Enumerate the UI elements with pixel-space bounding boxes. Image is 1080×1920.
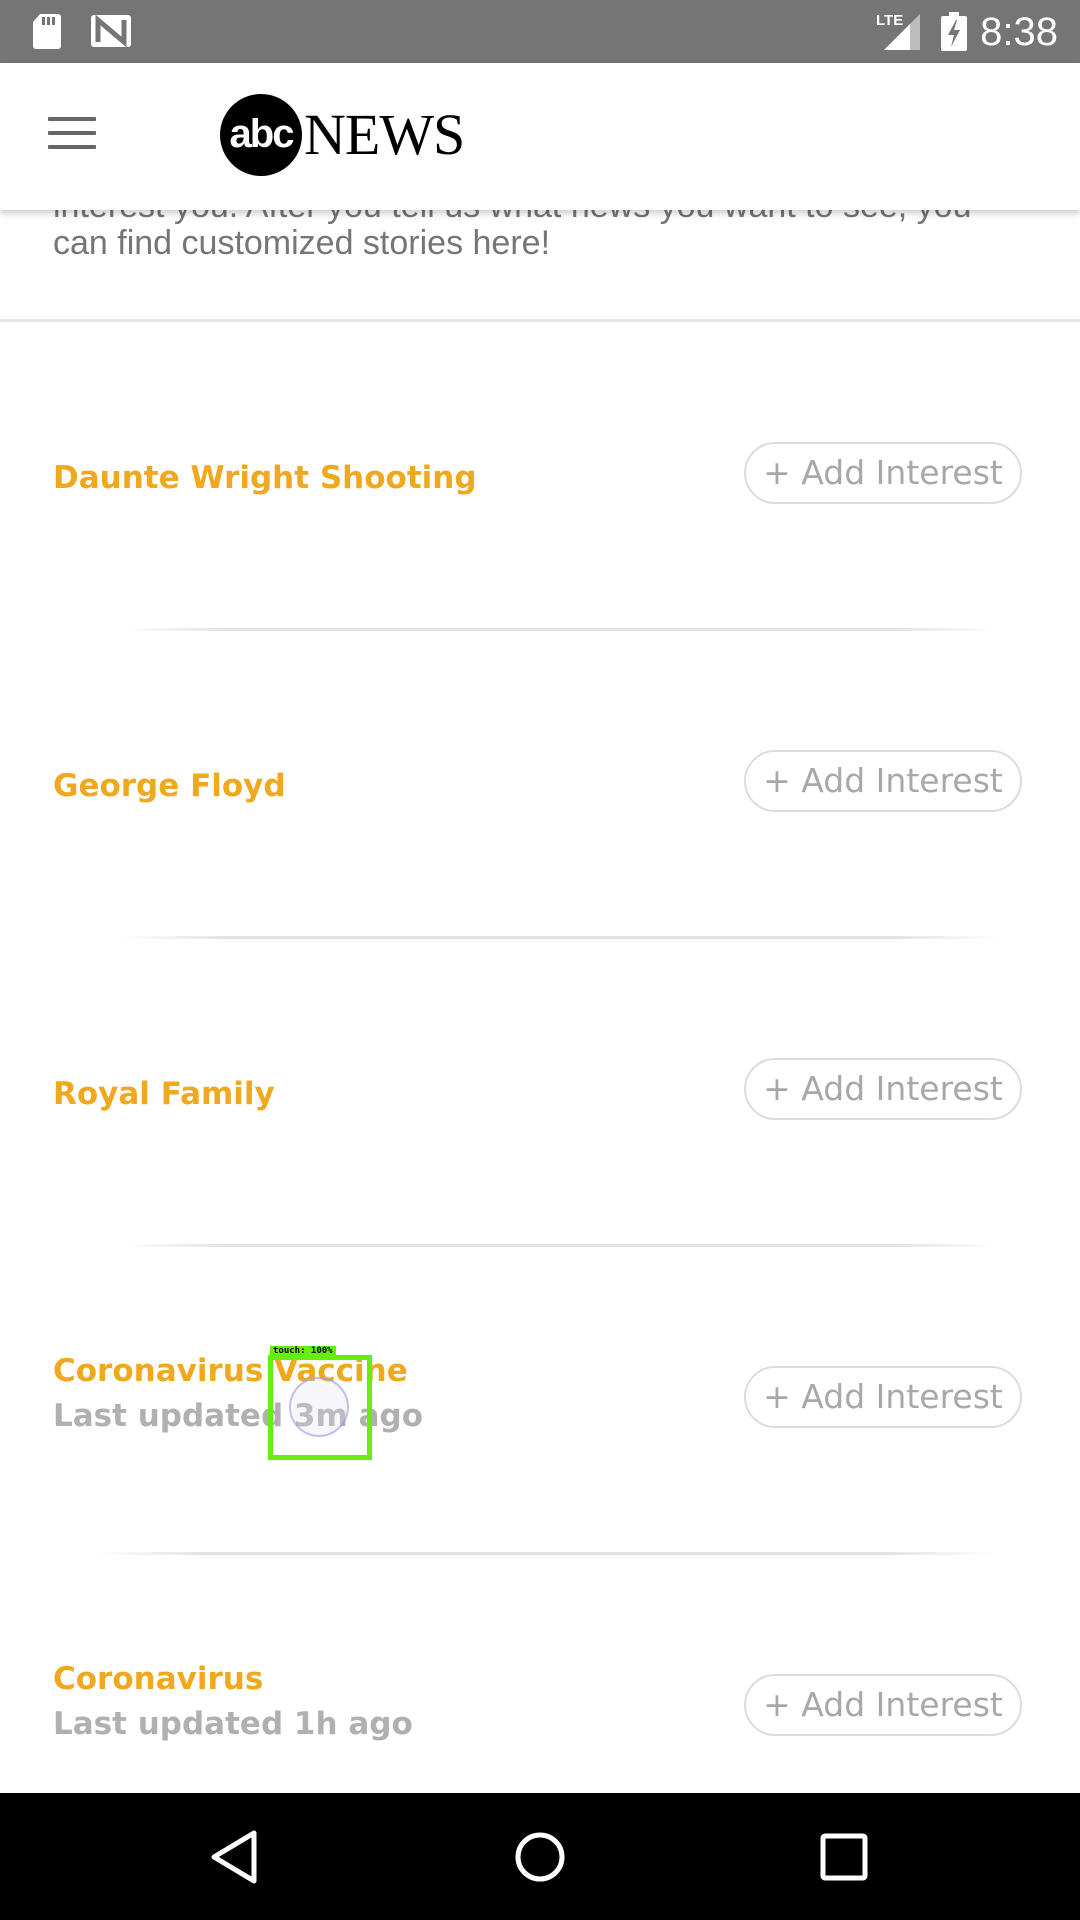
add-interest-button[interactable]: + Add Interest	[744, 442, 1022, 504]
network-type-text: LTE	[876, 12, 903, 29]
touch-indicator-label: touch: 100%	[270, 1346, 336, 1357]
divider	[95, 1552, 995, 1555]
navigation-bar	[0, 1793, 1080, 1920]
recents-icon[interactable]	[808, 1821, 880, 1893]
home-icon[interactable]	[504, 1821, 576, 1893]
hamburger-menu-icon[interactable]	[44, 113, 100, 153]
divider	[120, 628, 1000, 631]
last-updated-text: Last updated 1h ago	[53, 1706, 413, 1742]
add-interest-button[interactable]: + Add Interest	[744, 750, 1022, 812]
menu-line-icon	[48, 145, 96, 149]
divider	[120, 1244, 1000, 1247]
add-interest-button[interactable]: + Add Interest	[744, 1366, 1022, 1428]
topic-title[interactable]: Coronavirus	[53, 1661, 263, 1697]
screen: LTE 8:38 abc NEWS interest you. After yo…	[0, 0, 1080, 1920]
add-interest-button[interactable]: + Add Interest	[744, 1674, 1022, 1736]
touch-indicator-box	[268, 1355, 372, 1460]
back-icon[interactable]	[200, 1821, 272, 1893]
status-clock: 8:38	[980, 10, 1058, 54]
logo-circle: abc	[220, 94, 302, 176]
lte-signal-icon: LTE	[876, 12, 920, 50]
menu-line-icon	[48, 131, 96, 135]
status-bar: LTE 8:38	[0, 0, 1080, 63]
menu-line-icon	[48, 117, 96, 121]
logo-wordmark: NEWS	[304, 102, 465, 167]
battery-charging-icon	[941, 12, 967, 51]
add-interest-button[interactable]: + Add Interest	[744, 1058, 1022, 1120]
topic-title[interactable]: George Floyd	[53, 768, 286, 804]
topic-title[interactable]: Daunte Wright Shooting	[53, 460, 477, 496]
abc-news-logo[interactable]: abc NEWS	[220, 94, 465, 176]
app-header: abc NEWS	[0, 63, 1080, 210]
intro-text: interest you. After you tell us what new…	[53, 210, 972, 262]
divider	[0, 319, 1080, 322]
n-notification-icon	[91, 14, 131, 48]
divider	[120, 936, 1000, 939]
topic-title[interactable]: Royal Family	[53, 1076, 275, 1112]
interests-list[interactable]: interest you. After you tell us what new…	[0, 210, 1080, 1793]
sd-card-icon	[33, 14, 61, 49]
